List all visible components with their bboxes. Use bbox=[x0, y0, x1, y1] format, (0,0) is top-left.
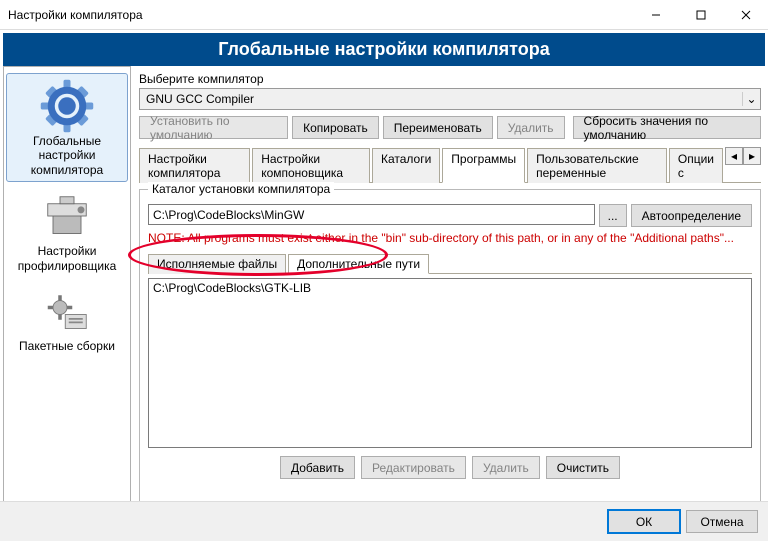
chevron-down-icon: ⌄ bbox=[742, 92, 760, 106]
tab-compiler-settings[interactable]: Настройки компилятора bbox=[139, 148, 250, 183]
subtab-executables[interactable]: Исполняемые файлы bbox=[148, 254, 286, 274]
cancel-button[interactable]: Отмена bbox=[686, 510, 758, 533]
browse-button[interactable]: ... bbox=[599, 204, 627, 227]
delete-button[interactable]: Удалить bbox=[472, 456, 540, 479]
compiler-buttons-row: Установить по умолчанию Копировать Переи… bbox=[139, 116, 761, 139]
tab-overflow[interactable]: Опции с bbox=[669, 148, 723, 183]
sidebar-item-global-compiler[interactable]: Глобальные настройки компилятора bbox=[6, 73, 128, 182]
program-subtabs: Исполняемые файлы Дополнительные пути bbox=[148, 253, 752, 274]
sidebar-item-label: Настройки профилировщика bbox=[8, 244, 126, 273]
install-dir-legend: Каталог установки компилятора bbox=[148, 182, 334, 196]
banner-title: Глобальные настройки компилятора bbox=[3, 33, 765, 66]
tab-scroll-left[interactable]: ◂ bbox=[725, 147, 743, 165]
tab-scroll: ◂ ▸ bbox=[725, 147, 761, 182]
tab-custom-vars[interactable]: Пользовательские переменные bbox=[527, 148, 667, 183]
copy-button[interactable]: Копировать bbox=[292, 116, 379, 139]
minimize-button[interactable] bbox=[633, 0, 678, 30]
dialog-buttons: ОК Отмена bbox=[0, 501, 768, 541]
set-default-button[interactable]: Установить по умолчанию bbox=[139, 116, 288, 139]
install-dir-note: NOTE: All programs must exist either in … bbox=[148, 231, 752, 245]
tab-scroll-right[interactable]: ▸ bbox=[743, 147, 761, 165]
close-button[interactable] bbox=[723, 0, 768, 30]
subtab-additional-paths[interactable]: Дополнительные пути bbox=[288, 254, 429, 274]
gear-icon bbox=[39, 78, 95, 134]
ok-button[interactable]: ОК bbox=[608, 510, 680, 533]
list-item[interactable]: C:\Prog\CodeBlocks\GTK-LIB bbox=[153, 281, 747, 295]
window-title: Настройки компилятора bbox=[8, 8, 633, 22]
tab-programs[interactable]: Программы bbox=[442, 148, 525, 183]
list-buttons-row: Добавить Редактировать Удалить Очистить bbox=[148, 456, 752, 479]
add-button[interactable]: Добавить bbox=[280, 456, 355, 479]
clear-button[interactable]: Очистить bbox=[546, 456, 620, 479]
sidebar-item-label: Глобальные настройки компилятора bbox=[9, 134, 125, 177]
autodetect-button[interactable]: Автоопределение bbox=[631, 204, 752, 227]
install-dir-group: Каталог установки компилятора ... Автооп… bbox=[139, 189, 761, 502]
sidebar-item-profiler[interactable]: Настройки профилировщика bbox=[6, 184, 128, 277]
sidebar-item-batch-builds[interactable]: Пакетные сборки bbox=[6, 279, 128, 357]
compiler-select-label: Выберите компилятор bbox=[139, 72, 765, 86]
titlebar: Настройки компилятора bbox=[0, 0, 768, 30]
sidebar-item-label: Пакетные сборки bbox=[19, 339, 115, 353]
tab-directories[interactable]: Каталоги bbox=[372, 148, 440, 183]
install-dir-input[interactable] bbox=[148, 204, 595, 225]
maximize-button[interactable] bbox=[678, 0, 723, 30]
profiler-icon bbox=[39, 188, 95, 244]
compiler-select-value: GNU GCC Compiler bbox=[146, 92, 254, 106]
batch-build-icon bbox=[39, 283, 95, 339]
right-pane: Выберите компилятор GNU GCC Compiler ⌄ У… bbox=[135, 66, 765, 508]
tab-linker-settings[interactable]: Настройки компоновщика bbox=[252, 148, 370, 183]
main-tabs: Настройки компилятора Настройки компонов… bbox=[139, 147, 761, 183]
delete-compiler-button[interactable]: Удалить bbox=[497, 116, 565, 139]
rename-button[interactable]: Переименовать bbox=[383, 116, 493, 139]
additional-paths-listbox[interactable]: C:\Prog\CodeBlocks\GTK-LIB bbox=[148, 278, 752, 448]
edit-button[interactable]: Редактировать bbox=[361, 456, 466, 479]
settings-sidebar: Глобальные настройки компилятора Настрой… bbox=[3, 66, 131, 508]
compiler-select[interactable]: GNU GCC Compiler ⌄ bbox=[139, 88, 761, 110]
reset-defaults-button[interactable]: Сбросить значения по умолчанию bbox=[573, 116, 761, 139]
